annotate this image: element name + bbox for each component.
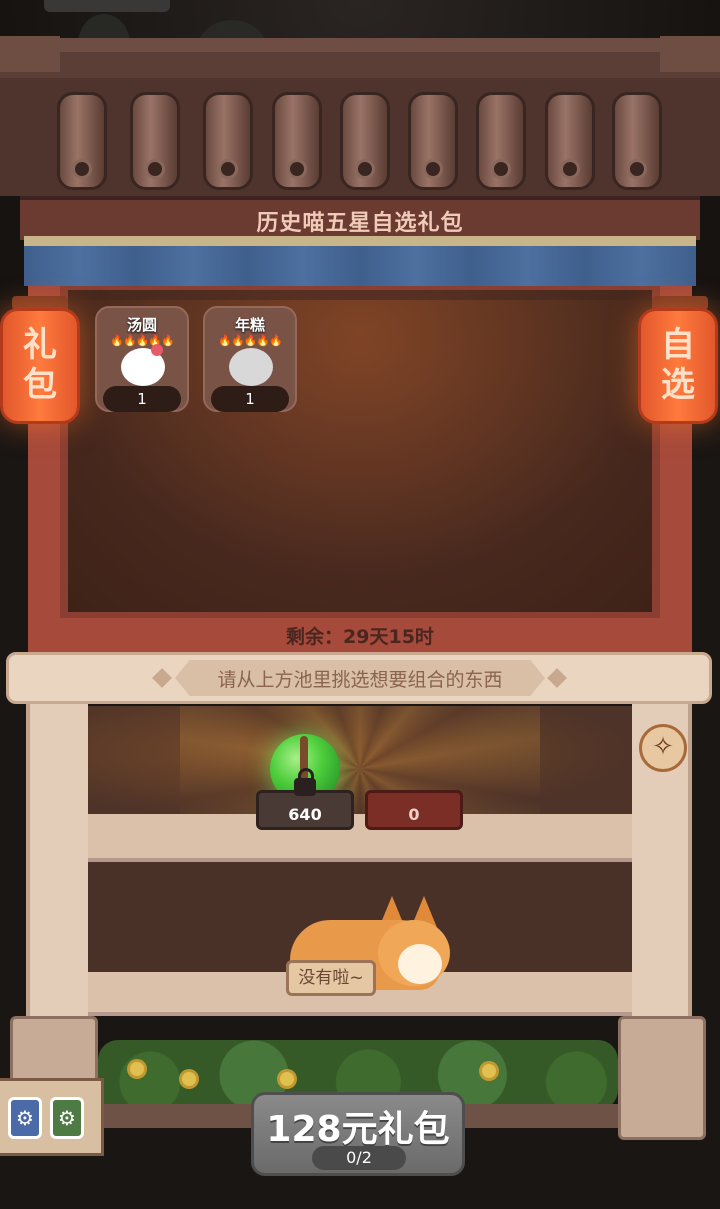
glow-rays <box>180 706 540 820</box>
gear-icon[interactable]: ⚙ <box>50 1097 84 1139</box>
slot-locked[interactable]: 640 <box>256 790 354 830</box>
roof-end-right <box>660 36 720 72</box>
star-rating: 🔥🔥🔥🔥🔥 <box>110 334 174 347</box>
remaining-time: 剩余：29天15时 <box>286 626 434 648</box>
side-panel: ⚙ ⚙ <box>0 1078 104 1156</box>
flower-icon <box>482 1064 496 1078</box>
speech-bubble <box>44 0 170 12</box>
empty-sign: 没有啦~ <box>286 960 376 996</box>
roof-tile <box>57 92 107 190</box>
roof-tile <box>476 92 526 190</box>
roof-tile <box>612 92 662 190</box>
purchase-label: 128元礼包 <box>266 1109 450 1150</box>
lantern-left-char2: 包 <box>23 365 57 405</box>
roof-tile <box>545 92 595 190</box>
corgi-face <box>398 944 442 984</box>
lantern-right-char2: 选 <box>661 365 695 405</box>
slot-value: 0 <box>408 805 420 824</box>
card-name: 汤圆 <box>126 316 157 334</box>
card-name: 年糕 <box>234 316 265 334</box>
roof-tile <box>130 92 180 190</box>
lantern-right: 自 选 <box>638 308 718 424</box>
selection-progress: 0/2 <box>312 1146 406 1170</box>
gray-cat-icon <box>229 348 273 386</box>
lantern-right-char1: 自 <box>661 325 695 365</box>
awning-trim <box>24 236 696 246</box>
roof-tile <box>203 92 253 190</box>
shop-title: 历史喵五星自选礼包 <box>256 211 464 236</box>
white-cat-icon <box>121 344 165 386</box>
flower-icon <box>280 1072 294 1086</box>
instruction-text: 请从上方池里挑选想要组合的东西 <box>217 669 503 691</box>
flower-icon <box>182 1072 196 1086</box>
pool-card-niangao[interactable]: 年糕 🔥🔥🔥🔥🔥 1 <box>203 306 297 412</box>
card-count: 1 <box>211 386 289 412</box>
shelf-base-right <box>618 1016 706 1140</box>
flower-icon <box>151 344 163 356</box>
roof-end-left <box>0 36 60 72</box>
roof-tile <box>340 92 390 190</box>
lantern-left-char1: 礼 <box>23 325 57 365</box>
lock-icon <box>294 768 316 796</box>
gear-icon[interactable]: ⚙ <box>8 1097 42 1139</box>
flower-icon <box>130 1062 144 1076</box>
awning <box>24 240 696 286</box>
slot-empty[interactable]: 0 <box>365 790 463 830</box>
slot-value: 640 <box>288 805 322 824</box>
shelf-board <box>88 814 632 862</box>
star-rating: 🔥🔥🔥🔥🔥 <box>218 334 282 347</box>
card-count: 1 <box>103 386 181 412</box>
roof-tile <box>272 92 322 190</box>
pool-card-tangyuan[interactable]: 汤圆 🔥🔥🔥🔥🔥 1 <box>95 306 189 412</box>
roof-tile <box>408 92 458 190</box>
shelf-frame-left <box>26 704 88 1024</box>
lantern-left: 礼 包 <box>0 308 80 424</box>
broom-icon[interactable]: ✧ <box>639 724 687 772</box>
